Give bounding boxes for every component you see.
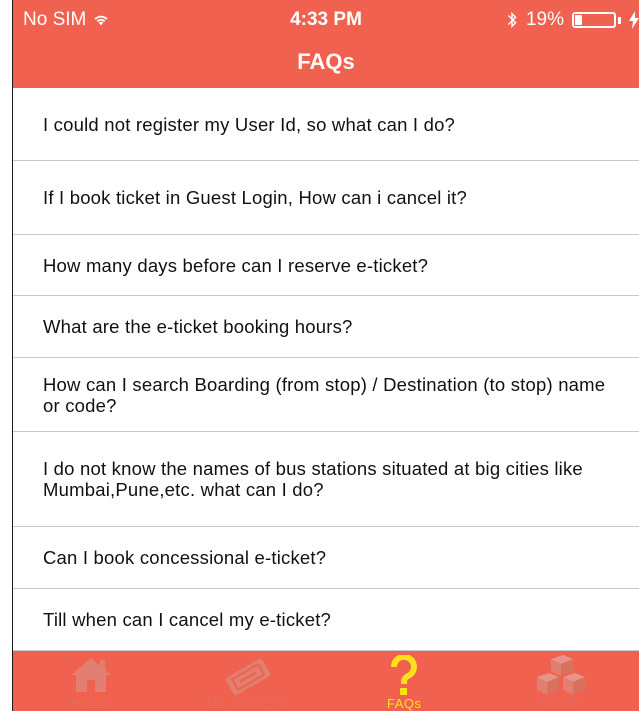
- tab-label-more: MORE: [540, 696, 582, 711]
- battery-percent: 19%: [525, 9, 564, 30]
- faq-item-bus-station-names[interactable]: I do not know the names of bus stations …: [13, 432, 639, 527]
- boxes-icon: [536, 655, 585, 695]
- tab-faqs[interactable]: FAQs: [326, 651, 483, 711]
- faq-item-register-user-id[interactable]: I could not register my User Id, so what…: [13, 88, 639, 161]
- tab-label-my-tickets: MY TICKETS: [206, 696, 290, 711]
- tab-bar: HOME MY TICKETS FAQs MORE: [13, 651, 639, 711]
- question-icon: [391, 655, 418, 695]
- battery-level: [575, 15, 583, 25]
- bluetooth-icon: [507, 11, 517, 29]
- status-bar: No SIM 4:33 PM 19%: [13, 0, 639, 42]
- tab-my-tickets[interactable]: MY TICKETS: [170, 651, 327, 711]
- faq-item-search-boarding[interactable]: How can I search Boarding (from stop) / …: [13, 358, 639, 432]
- faq-item-booking-hours[interactable]: What are the e-ticket booking hours?: [13, 296, 639, 358]
- faq-question: How many days before can I reserve e-tic…: [43, 254, 429, 276]
- faq-item-cancel-guest-login[interactable]: If I book ticket in Guest Login, How can…: [13, 161, 639, 235]
- status-right: 19%: [506, 9, 639, 31]
- faq-question: How can I search Boarding (from stop) / …: [43, 373, 606, 416]
- navigation-bar: FAQs: [13, 42, 639, 88]
- tab-home[interactable]: HOME: [13, 651, 170, 711]
- tab-label-faqs: FAQs: [386, 696, 422, 711]
- faq-item-concessional-ticket[interactable]: Can I book concessional e-ticket?: [13, 527, 639, 589]
- tab-more[interactable]: MORE: [483, 651, 639, 711]
- faq-question: Can I book concessional e-ticket?: [43, 547, 327, 568]
- page-title: FAQs: [297, 49, 355, 74]
- faq-question: I do not know the names of bus stations …: [43, 458, 583, 500]
- faq-question: What are the e-ticket booking hours?: [43, 316, 353, 337]
- battery-icon: [572, 12, 616, 28]
- ticket-icon: [225, 658, 270, 696]
- battery-cap: [618, 16, 621, 24]
- faq-item-reserve-days[interactable]: How many days before can I reserve e-tic…: [13, 235, 639, 296]
- faq-question: I could not register my User Id, so what…: [43, 113, 456, 135]
- faq-question: If I book ticket in Guest Login, How can…: [43, 187, 467, 208]
- tab-label-home: HOME: [70, 696, 112, 711]
- home-icon: [71, 658, 112, 692]
- faq-list[interactable]: I could not register my User Id, so what…: [13, 88, 639, 651]
- app-frame: No SIM 4:33 PM 19% FAQs I could not regi…: [12, 0, 639, 711]
- charging-bolt-icon: [629, 11, 639, 29]
- faq-question: Till when can I cancel my e-ticket?: [43, 609, 332, 630]
- faq-item-cancel-deadline[interactable]: Till when can I cancel my e-ticket?: [13, 589, 639, 651]
